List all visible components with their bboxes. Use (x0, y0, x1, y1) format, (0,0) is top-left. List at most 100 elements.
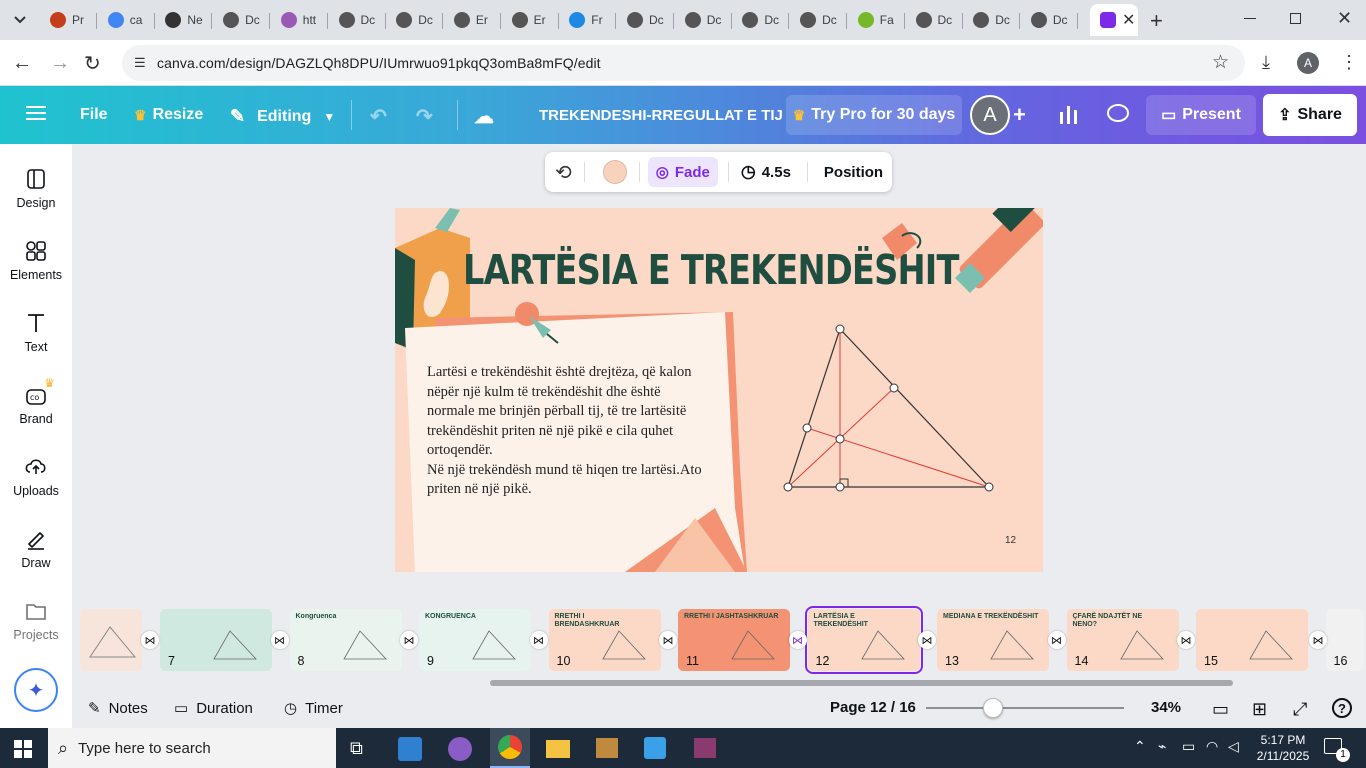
sidebar-item-text[interactable]: Text (0, 288, 72, 360)
page-transition-icon[interactable]: ⋈ (141, 631, 159, 649)
page-transition-icon[interactable]: ⋈ (918, 631, 936, 649)
slide-paragraph[interactable]: Lartësi e trekëndëshit është drejtëza, q… (427, 363, 707, 500)
magic-ai-button[interactable]: ✦ (14, 668, 58, 712)
filmstrip-scrollbar[interactable] (490, 680, 1233, 686)
windows-start-icon[interactable] (14, 740, 32, 763)
notes-button[interactable]: ✎ Notes (88, 699, 148, 718)
timer-button[interactable]: ◷ Timer (284, 699, 343, 718)
browser-tab[interactable]: Dc (732, 4, 790, 36)
grid-view-icon[interactable]: ⊞ (1252, 699, 1267, 720)
close-tab-icon[interactable]: ✕ (1122, 10, 1135, 30)
zoom-slider-track[interactable] (926, 707, 1124, 709)
browser-tab[interactable]: Fa (848, 4, 905, 36)
resize-button[interactable]: ♛ Resize (134, 106, 203, 124)
sidebar-item-draw[interactable]: Draw (0, 504, 72, 576)
browser-tab[interactable]: Dc (617, 4, 674, 36)
back-button[interactable]: ← (12, 52, 32, 75)
page-thumbnail-13[interactable]: MEDIANA E TREKËNDËSHIT 13 (937, 609, 1049, 671)
comments-icon[interactable] (1106, 103, 1130, 125)
insights-chart-icon[interactable] (1058, 104, 1080, 124)
github-taskbar-icon[interactable] (448, 737, 472, 761)
page-thumbnail-14[interactable]: ÇFARË NDAJTËT NE NENO? 14 (1066, 609, 1179, 671)
close-window-icon[interactable]: ✕ (1337, 8, 1352, 29)
browser-tab[interactable]: Ne (155, 4, 213, 36)
browser-tab[interactable]: Dc (386, 4, 444, 36)
help-icon[interactable]: ? (1332, 698, 1352, 718)
task-view-icon[interactable]: ⧉ (350, 738, 363, 759)
site-info-icon[interactable]: ☰ (134, 55, 146, 71)
battery-icon[interactable]: ▭ (1182, 738, 1195, 755)
page-transition-icon[interactable]: ⋈ (529, 631, 548, 649)
browser-tab[interactable]: Dc (906, 4, 963, 36)
browser-tab[interactable]: Er (502, 4, 559, 36)
page-thumbnail-6-partial[interactable] (80, 609, 142, 671)
page-transition-icon[interactable]: ⋈ (788, 631, 807, 649)
slide-page-12[interactable]: LARTËSIA E TREKENDËSHIT Lartësi e trekën… (395, 208, 1043, 572)
timing-button[interactable]: ◷ 4.5s (741, 162, 791, 182)
share-button[interactable]: ⇪ Share (1263, 94, 1357, 136)
reload-button[interactable]: ↻ (84, 51, 101, 76)
chrome-taskbar-icon[interactable] (490, 728, 530, 768)
browser-menu-icon[interactable]: ⋮ (1340, 52, 1358, 73)
file-menu[interactable]: File (80, 106, 108, 124)
tab-search-button[interactable] (8, 8, 32, 32)
browser-tab[interactable]: Dc (675, 4, 732, 36)
browser-tab[interactable]: Dc (963, 4, 1021, 36)
winrar-taskbar-icon[interactable] (694, 738, 716, 758)
editing-mode-button[interactable]: ✎ Editing ▼ (230, 106, 335, 127)
url-text[interactable]: canva.com/design/DAGZLQh8DPU/IUmrwuo91pk… (157, 55, 601, 71)
add-collaborator-icon[interactable]: + (1013, 102, 1026, 128)
present-button[interactable]: ▭ Present (1146, 95, 1256, 135)
vscode-taskbar-icon[interactable] (398, 737, 422, 761)
page-thumbnail-9[interactable]: KONGRUENCA 9 (419, 609, 531, 671)
app-taskbar-icon[interactable] (596, 738, 618, 758)
position-button[interactable]: Position (824, 164, 883, 181)
page-thumbnail-15[interactable]: 15 (1196, 609, 1308, 671)
taskbar-search-box[interactable]: ⌕ Type here to search (48, 728, 336, 768)
color-swatch[interactable] (602, 160, 627, 184)
bookmark-star-icon[interactable]: ☆ (1212, 51, 1229, 74)
sidebar-item-elements[interactable]: Elements (0, 216, 72, 288)
fullscreen-icon[interactable]: ⤢ (1293, 699, 1307, 720)
browser-tab[interactable]: Pr (40, 4, 97, 36)
page-transition-icon[interactable]: ⋈ (1047, 631, 1066, 649)
sidebar-item-uploads[interactable]: Uploads (0, 432, 72, 504)
main-menu-icon[interactable] (26, 104, 46, 122)
duration-button[interactable]: ▭ Duration (174, 699, 253, 718)
browser-tab[interactable]: Dc (329, 4, 386, 36)
forward-button[interactable]: → (50, 52, 70, 75)
cloud-save-icon[interactable]: ☁ (474, 104, 494, 129)
browser-tab[interactable]: Dc (1021, 4, 1078, 36)
pages-view-icon[interactable]: ▭ (1212, 699, 1229, 720)
profile-avatar[interactable]: A (1297, 52, 1319, 74)
file-explorer-taskbar-icon[interactable] (546, 740, 570, 758)
collaborator-avatar[interactable]: A (970, 95, 1010, 135)
page-transition-icon[interactable]: ⋈ (659, 631, 677, 649)
page-thumbnail-16[interactable]: 16 (1325, 609, 1364, 671)
zoom-percentage[interactable]: 34% (1151, 699, 1181, 716)
page-transition-icon[interactable]: ⋈ (1177, 631, 1195, 649)
browser-tab[interactable]: htt (271, 4, 328, 36)
new-tab-button[interactable]: + (1150, 8, 1163, 34)
page-thumbnail-7[interactable]: 7 (160, 609, 272, 671)
tray-chevron-icon[interactable]: ⌃ (1134, 738, 1146, 755)
replace-icon[interactable]: ⟲ (555, 160, 572, 185)
browser-tab[interactable]: Dc (213, 4, 271, 36)
restore-window-icon[interactable] (1290, 13, 1301, 24)
minimize-window-icon[interactable] (1244, 18, 1256, 19)
browser-tab[interactable]: Fr (559, 4, 617, 36)
orthocenter-triangle-diagram[interactable] (775, 318, 995, 498)
page-transition-icon[interactable]: ⋈ (400, 631, 418, 649)
network-icon[interactable]: ⌁ (1158, 738, 1166, 755)
browser-tab[interactable]: Er (444, 4, 501, 36)
page-indicator[interactable]: Page 12 / 16 (830, 699, 916, 716)
page-thumbnail-10[interactable]: RRETHI I BRENDASHKRUAR 10 (548, 609, 661, 671)
browser-tab[interactable]: ca (98, 4, 155, 36)
try-pro-button[interactable]: ♛ Try Pro for 30 days (786, 95, 962, 135)
design-title[interactable]: TREKENDESHI-RREGULLAT E TIJ (539, 107, 783, 124)
undo-icon[interactable]: ↶ (370, 104, 387, 129)
clock[interactable]: 5:17 PM 2/11/2025 (1254, 732, 1312, 764)
page-transition-icon[interactable]: ⋈ (270, 631, 289, 649)
tab-active-canva[interactable]: ✕ (1090, 4, 1138, 36)
wifi-icon[interactable]: ◠ (1206, 738, 1218, 755)
